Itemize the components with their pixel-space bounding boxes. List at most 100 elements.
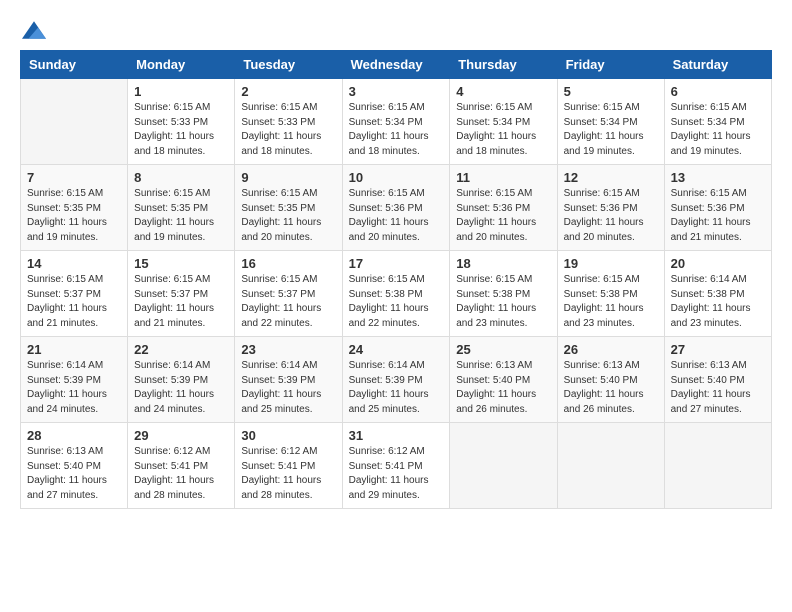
- weekday-header: Wednesday: [342, 51, 450, 79]
- calendar-cell: 9Sunrise: 6:15 AM Sunset: 5:35 PM Daylig…: [235, 165, 342, 251]
- day-number: 4: [456, 84, 550, 99]
- day-info: Sunrise: 6:13 AM Sunset: 5:40 PM Dayligh…: [27, 445, 121, 503]
- day-number: 22: [134, 342, 228, 357]
- calendar-cell: 11Sunrise: 6:15 AM Sunset: 5:36 PM Dayli…: [450, 165, 557, 251]
- calendar-cell: 3 Sunrise: 6:15 AM Sunset: 5:34 PM Daylig…: [342, 79, 450, 165]
- calendar-cell: 13 Sunrise: 6:15 AM Sunset: 5:36 PM Dayli…: [664, 165, 771, 251]
- calendar-cell: 28Sunrise: 6:13 AM Sunset: 5:40 PM Dayli…: [21, 423, 128, 509]
- day-info: Sunrise: 6:15 AM Sunset: 5:36 PM Dayligh…: [671, 187, 765, 245]
- day-number: 31: [349, 428, 444, 443]
- day-info: Sunrise: 6:14 AM Sunset: 5:39 PM Dayligh…: [241, 359, 335, 417]
- calendar-cell: 22 Sunrise: 6:14 AM Sunset: 5:39 PM Dayli…: [128, 337, 235, 423]
- day-number: 15: [134, 256, 228, 271]
- calendar-cell: 19 Sunrise: 6:15 AM Sunset: 5:38 PM Dayli…: [557, 251, 664, 337]
- day-number: 1: [134, 84, 228, 99]
- calendar-cell: 2Sunrise: 6:15 AM Sunset: 5:33 PM Daylig…: [235, 79, 342, 165]
- day-info: Sunrise: 6:15 AM Sunset: 5:38 PM Dayligh…: [564, 273, 658, 331]
- calendar-cell: 5 Sunrise: 6:15 AM Sunset: 5:34 PM Daylig…: [557, 79, 664, 165]
- day-info: Sunrise: 6:15 AM Sunset: 5:34 PM Dayligh…: [349, 101, 444, 159]
- day-number: 16: [241, 256, 335, 271]
- calendar-cell: 25 Sunrise: 6:13 AM Sunset: 5:40 PM Dayli…: [450, 337, 557, 423]
- weekday-header: Tuesday: [235, 51, 342, 79]
- day-number: 25: [456, 342, 550, 357]
- day-number: 5: [564, 84, 658, 99]
- day-info: Sunrise: 6:14 AM Sunset: 5:39 PM Dayligh…: [27, 359, 121, 417]
- calendar-cell: 30 Sunrise: 6:12 AM Sunset: 5:41 PM Dayli…: [235, 423, 342, 509]
- weekday-header: Sunday: [21, 51, 128, 79]
- calendar-cell: 29 Sunrise: 6:12 AM Sunset: 5:41 PM Dayli…: [128, 423, 235, 509]
- day-info: Sunrise: 6:15 AM Sunset: 5:37 PM Dayligh…: [27, 273, 121, 331]
- day-number: 12: [564, 170, 658, 185]
- calendar-cell: 21 Sunrise: 6:14 AM Sunset: 5:39 PM Dayli…: [21, 337, 128, 423]
- day-number: 14: [27, 256, 121, 271]
- day-info: Sunrise: 6:15 AM Sunset: 5:36 PM Dayligh…: [564, 187, 658, 245]
- day-number: 11: [456, 170, 550, 185]
- day-info: Sunrise: 6:15 AM Sunset: 5:36 PM Dayligh…: [349, 187, 444, 245]
- day-number: 6: [671, 84, 765, 99]
- weekday-header: Saturday: [664, 51, 771, 79]
- day-info: Sunrise: 6:12 AM Sunset: 5:41 PM Dayligh…: [134, 445, 228, 503]
- day-info: Sunrise: 6:15 AM Sunset: 5:33 PM Dayligh…: [241, 101, 335, 159]
- calendar-cell: [557, 423, 664, 509]
- calendar-week-row: 28Sunrise: 6:13 AM Sunset: 5:40 PM Dayli…: [21, 423, 772, 509]
- calendar-cell: [21, 79, 128, 165]
- day-number: 19: [564, 256, 658, 271]
- day-number: 29: [134, 428, 228, 443]
- page-header: [20, 20, 772, 40]
- day-info: Sunrise: 6:15 AM Sunset: 5:38 PM Dayligh…: [349, 273, 444, 331]
- day-number: 21: [27, 342, 121, 357]
- calendar-week-row: 1 Sunrise: 6:15 AM Sunset: 5:33 PM Daylig…: [21, 79, 772, 165]
- day-info: Sunrise: 6:15 AM Sunset: 5:33 PM Dayligh…: [134, 101, 228, 159]
- day-number: 3: [349, 84, 444, 99]
- calendar-header-row: SundayMondayTuesdayWednesdayThursdayFrid…: [21, 51, 772, 79]
- calendar-cell: 27 Sunrise: 6:13 AM Sunset: 5:40 PM Dayli…: [664, 337, 771, 423]
- day-info: Sunrise: 6:14 AM Sunset: 5:39 PM Dayligh…: [349, 359, 444, 417]
- day-info: Sunrise: 6:13 AM Sunset: 5:40 PM Dayligh…: [671, 359, 765, 417]
- logo: [20, 20, 46, 40]
- day-number: 27: [671, 342, 765, 357]
- weekday-header: Monday: [128, 51, 235, 79]
- calendar-cell: 8Sunrise: 6:15 AM Sunset: 5:35 PM Daylig…: [128, 165, 235, 251]
- calendar-week-row: 21 Sunrise: 6:14 AM Sunset: 5:39 PM Dayli…: [21, 337, 772, 423]
- day-number: 13: [671, 170, 765, 185]
- calendar-cell: 16Sunrise: 6:15 AM Sunset: 5:37 PM Dayli…: [235, 251, 342, 337]
- calendar-cell: 14 Sunrise: 6:15 AM Sunset: 5:37 PM Dayli…: [21, 251, 128, 337]
- day-info: Sunrise: 6:15 AM Sunset: 5:38 PM Dayligh…: [456, 273, 550, 331]
- day-number: 18: [456, 256, 550, 271]
- calendar-week-row: 7Sunrise: 6:15 AM Sunset: 5:35 PM Daylig…: [21, 165, 772, 251]
- day-info: Sunrise: 6:13 AM Sunset: 5:40 PM Dayligh…: [564, 359, 658, 417]
- day-info: Sunrise: 6:12 AM Sunset: 5:41 PM Dayligh…: [349, 445, 444, 503]
- calendar-cell: 20 Sunrise: 6:14 AM Sunset: 5:38 PM Dayli…: [664, 251, 771, 337]
- day-info: Sunrise: 6:15 AM Sunset: 5:35 PM Dayligh…: [134, 187, 228, 245]
- day-info: Sunrise: 6:14 AM Sunset: 5:38 PM Dayligh…: [671, 273, 765, 331]
- calendar-cell: [664, 423, 771, 509]
- day-info: Sunrise: 6:15 AM Sunset: 5:34 PM Dayligh…: [564, 101, 658, 159]
- day-number: 17: [349, 256, 444, 271]
- calendar-cell: 12 Sunrise: 6:15 AM Sunset: 5:36 PM Dayli…: [557, 165, 664, 251]
- day-number: 20: [671, 256, 765, 271]
- day-info: Sunrise: 6:15 AM Sunset: 5:35 PM Dayligh…: [27, 187, 121, 245]
- calendar-cell: 17 Sunrise: 6:15 AM Sunset: 5:38 PM Dayli…: [342, 251, 450, 337]
- day-number: 30: [241, 428, 335, 443]
- weekday-header: Thursday: [450, 51, 557, 79]
- day-info: Sunrise: 6:15 AM Sunset: 5:37 PM Dayligh…: [134, 273, 228, 331]
- calendar-cell: 31 Sunrise: 6:12 AM Sunset: 5:41 PM Dayli…: [342, 423, 450, 509]
- calendar-cell: 6 Sunrise: 6:15 AM Sunset: 5:34 PM Daylig…: [664, 79, 771, 165]
- calendar-cell: [450, 423, 557, 509]
- day-number: 24: [349, 342, 444, 357]
- calendar-cell: 7Sunrise: 6:15 AM Sunset: 5:35 PM Daylig…: [21, 165, 128, 251]
- day-info: Sunrise: 6:15 AM Sunset: 5:35 PM Dayligh…: [241, 187, 335, 245]
- weekday-header: Friday: [557, 51, 664, 79]
- calendar-cell: 15 Sunrise: 6:15 AM Sunset: 5:37 PM Dayli…: [128, 251, 235, 337]
- calendar-cell: 24 Sunrise: 6:14 AM Sunset: 5:39 PM Dayli…: [342, 337, 450, 423]
- calendar-cell: 26 Sunrise: 6:13 AM Sunset: 5:40 PM Dayli…: [557, 337, 664, 423]
- day-info: Sunrise: 6:14 AM Sunset: 5:39 PM Dayligh…: [134, 359, 228, 417]
- day-number: 26: [564, 342, 658, 357]
- calendar-cell: 4 Sunrise: 6:15 AM Sunset: 5:34 PM Daylig…: [450, 79, 557, 165]
- day-number: 10: [349, 170, 444, 185]
- calendar-cell: 18 Sunrise: 6:15 AM Sunset: 5:38 PM Dayli…: [450, 251, 557, 337]
- day-info: Sunrise: 6:15 AM Sunset: 5:34 PM Dayligh…: [671, 101, 765, 159]
- day-info: Sunrise: 6:15 AM Sunset: 5:34 PM Dayligh…: [456, 101, 550, 159]
- day-info: Sunrise: 6:13 AM Sunset: 5:40 PM Dayligh…: [456, 359, 550, 417]
- day-info: Sunrise: 6:12 AM Sunset: 5:41 PM Dayligh…: [241, 445, 335, 503]
